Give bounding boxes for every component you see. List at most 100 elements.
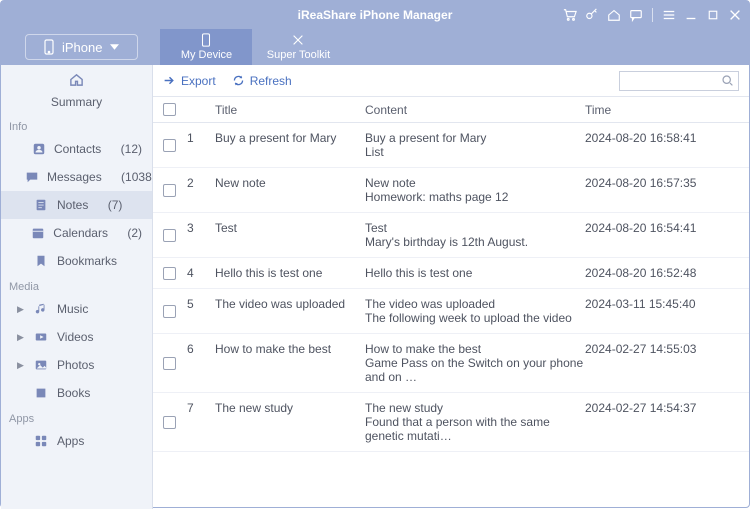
row-title: Buy a present for Mary xyxy=(215,131,365,159)
export-button[interactable]: Export xyxy=(163,74,216,88)
toolbar: Export Refresh xyxy=(153,65,749,97)
sidebar-item-count: (12) xyxy=(121,142,142,156)
row-index: 3 xyxy=(187,221,215,249)
chevron-down-icon xyxy=(110,44,119,50)
minimize-button[interactable] xyxy=(683,7,699,23)
table-row[interactable]: 3TestTestMary's birthday is 12th August.… xyxy=(153,213,749,258)
row-checkbox[interactable] xyxy=(163,139,176,152)
menubar: iPhone My Device Super Toolkit xyxy=(1,29,749,65)
expand-icon[interactable]: ▶ xyxy=(17,360,25,371)
phone-icon xyxy=(201,33,211,47)
sidebar-item-label: Contacts xyxy=(54,142,101,156)
table-row[interactable]: 1Buy a present for MaryBuy a present for… xyxy=(153,123,749,168)
device-selector[interactable]: iPhone xyxy=(25,34,138,60)
home-icon[interactable] xyxy=(606,7,622,23)
table-row[interactable]: 6How to make the bestHow to make the bes… xyxy=(153,334,749,393)
tab-super-toolkit[interactable]: Super Toolkit xyxy=(252,29,344,65)
sidebar-item-books[interactable]: Books xyxy=(1,379,152,407)
sidebar-item-label: Photos xyxy=(57,358,94,372)
row-checkbox[interactable] xyxy=(163,267,176,280)
table-row[interactable]: 7The new studyThe new studyFound that a … xyxy=(153,393,749,452)
phone-icon xyxy=(44,39,54,55)
sidebar-item-contacts[interactable]: Contacts (12) xyxy=(1,135,152,163)
search-icon xyxy=(721,74,734,87)
titlebar: iReaShare iPhone Manager xyxy=(1,1,749,29)
table-row[interactable]: 4Hello this is test oneHello this is tes… xyxy=(153,258,749,289)
sidebar-group-media: Media xyxy=(1,275,152,295)
sidebar-item-messages[interactable]: Messages (1038) xyxy=(1,163,152,191)
row-index: 4 xyxy=(187,266,215,280)
maximize-button[interactable] xyxy=(705,7,721,23)
export-label: Export xyxy=(181,74,216,88)
bookmark-icon xyxy=(33,253,49,269)
sidebar-item-label: Videos xyxy=(57,330,93,344)
app-title: iReaShare iPhone Manager xyxy=(298,8,453,22)
row-content: How to make the bestGame Pass on the Swi… xyxy=(365,342,585,384)
sidebar-item-calendars[interactable]: Calendars (2) xyxy=(1,219,152,247)
sidebar-item-label: Music xyxy=(57,302,88,316)
sidebar-item-videos[interactable]: ▶ Videos xyxy=(1,323,152,351)
row-time: 2024-03-11 15:45:40 xyxy=(585,297,749,325)
close-button[interactable] xyxy=(727,7,743,23)
row-checkbox[interactable] xyxy=(163,416,176,429)
sidebar-item-bookmarks[interactable]: Bookmarks xyxy=(1,247,152,275)
row-time: 2024-08-20 16:52:48 xyxy=(585,266,749,280)
header-title[interactable]: Title xyxy=(215,103,365,117)
sidebar-item-notes[interactable]: Notes (7) xyxy=(1,191,152,219)
contacts-icon xyxy=(32,141,46,157)
row-time: 2024-08-20 16:54:41 xyxy=(585,221,749,249)
cart-icon[interactable] xyxy=(562,7,578,23)
row-content: Hello this is test one xyxy=(365,266,585,280)
refresh-button[interactable]: Refresh xyxy=(232,74,292,88)
refresh-icon xyxy=(232,74,245,87)
sidebar-item-label: Notes xyxy=(57,198,88,212)
select-all-checkbox[interactable] xyxy=(163,103,176,116)
row-checkbox[interactable] xyxy=(163,184,176,197)
tab-my-device[interactable]: My Device xyxy=(160,29,252,65)
table-row[interactable]: 2New noteNew noteHomework: maths page 12… xyxy=(153,168,749,213)
sidebar-item-apps[interactable]: Apps xyxy=(1,427,152,455)
table-body: 1Buy a present for MaryBuy a present for… xyxy=(153,123,749,452)
feedback-icon[interactable] xyxy=(628,7,644,23)
row-checkbox[interactable] xyxy=(163,229,176,242)
sidebar-summary[interactable]: Summary xyxy=(1,65,152,115)
header-time[interactable]: Time xyxy=(585,103,749,117)
row-time: 2024-08-20 16:58:41 xyxy=(585,131,749,159)
sidebar-item-music[interactable]: ▶ Music xyxy=(1,295,152,323)
expand-icon[interactable]: ▶ xyxy=(17,304,25,315)
row-checkbox[interactable] xyxy=(163,305,176,318)
expand-icon[interactable]: ▶ xyxy=(17,332,25,343)
tab-label: My Device xyxy=(181,49,232,61)
row-index: 7 xyxy=(187,401,215,443)
music-icon xyxy=(33,301,49,317)
row-index: 6 xyxy=(187,342,215,384)
header-content[interactable]: Content xyxy=(365,103,585,117)
row-checkbox[interactable] xyxy=(163,357,176,370)
refresh-label: Refresh xyxy=(250,74,292,88)
row-title: New note xyxy=(215,176,365,204)
apps-icon xyxy=(33,433,49,449)
sidebar-item-photos[interactable]: ▶ Photos xyxy=(1,351,152,379)
sidebar-item-label: Apps xyxy=(57,434,84,448)
menu-icon[interactable] xyxy=(661,7,677,23)
row-content: The new studyFound that a person with th… xyxy=(365,401,585,443)
row-index: 2 xyxy=(187,176,215,204)
row-title: Test xyxy=(215,221,365,249)
notes-icon xyxy=(33,197,49,213)
photos-icon xyxy=(33,357,49,373)
search-input[interactable] xyxy=(619,71,739,91)
table-header: Title Content Time xyxy=(153,97,749,123)
sidebar-item-count: (7) xyxy=(108,198,123,212)
row-title: The video was uploaded xyxy=(215,297,365,325)
main-panel: Export Refresh Title Content Time 1Buy a… xyxy=(153,65,749,509)
row-time: 2024-02-27 14:54:37 xyxy=(585,401,749,443)
row-content: New noteHomework: maths page 12 xyxy=(365,176,585,204)
sidebar-item-label: Summary xyxy=(51,95,102,109)
tools-icon xyxy=(291,33,305,47)
tab-label: Super Toolkit xyxy=(267,49,330,61)
key-icon[interactable] xyxy=(584,7,600,23)
sidebar-item-count: (2) xyxy=(127,226,142,240)
table-row[interactable]: 5The video was uploadedThe video was upl… xyxy=(153,289,749,334)
row-index: 1 xyxy=(187,131,215,159)
messages-icon xyxy=(25,169,39,185)
